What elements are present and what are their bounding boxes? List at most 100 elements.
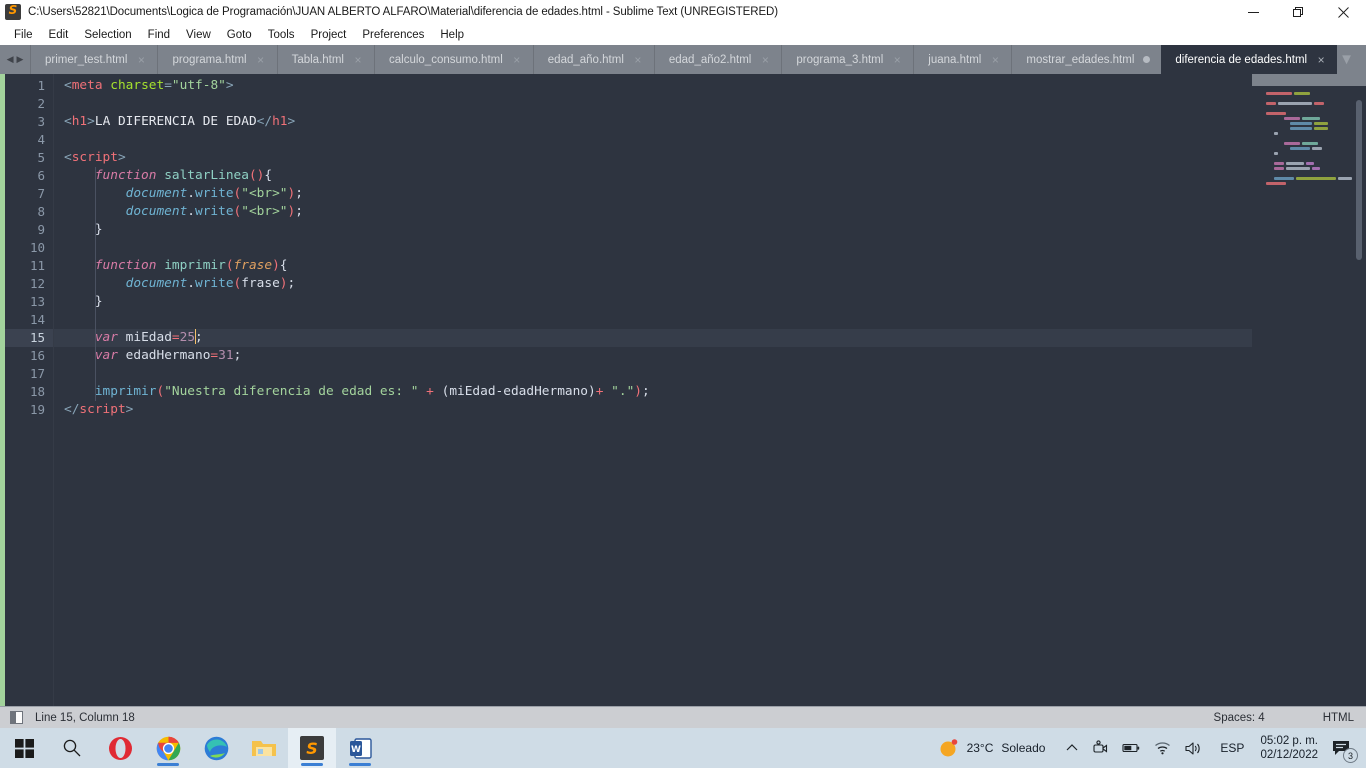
code-line[interactable]: function imprimir(frase){ — [54, 257, 1366, 275]
notification-center-button[interactable]: 3 — [1328, 728, 1362, 768]
close-icon[interactable] — [1321, 0, 1366, 24]
wifi-button[interactable] — [1147, 728, 1178, 768]
minimap-token — [1290, 127, 1312, 130]
start-button[interactable] — [0, 728, 48, 768]
code-token: h1 — [272, 114, 288, 129]
minimize-icon[interactable] — [1231, 0, 1276, 24]
code-line[interactable] — [54, 239, 1366, 257]
code-line[interactable]: document.write("<br>"); — [54, 185, 1366, 203]
code-line[interactable]: <h1>LA DIFERENCIA DE EDAD</h1> — [54, 113, 1366, 131]
tab-close-icon[interactable]: × — [990, 54, 1000, 66]
minimap-token — [1266, 112, 1286, 115]
indentation-label[interactable]: Spaces: 4 — [1214, 712, 1265, 724]
code-line[interactable]: <meta charset="utf-8"> — [54, 77, 1366, 95]
code-line[interactable]: var miEdad=25; — [54, 329, 1366, 347]
minimap-token — [1294, 92, 1310, 95]
tab-tabla-html[interactable]: Tabla.html × — [276, 45, 374, 74]
sublime-text-window: C:\Users\52821\Documents\Logica de Progr… — [0, 0, 1366, 768]
code-token: write — [195, 204, 234, 219]
code-line[interactable]: imprimir("Nuestra diferencia de edad es:… — [54, 383, 1366, 401]
menu-item-find[interactable]: Find — [140, 27, 178, 43]
tab-close-icon[interactable]: × — [136, 54, 146, 66]
code-line[interactable]: </script> — [54, 401, 1366, 419]
tab-mostrar-edades-html[interactable]: mostrar_edades.html — [1011, 45, 1161, 74]
code-token: ( — [248, 168, 257, 183]
code-line[interactable] — [54, 365, 1366, 383]
menu-item-tools[interactable]: Tools — [260, 27, 303, 43]
tab-calculo-consumo-html[interactable]: calculo_consumo.html × — [374, 45, 533, 74]
weather-widget[interactable]: 23°C Soleado — [929, 728, 1060, 768]
line-number: 17 — [29, 366, 45, 381]
line-number: 4 — [37, 132, 45, 147]
tab-edad-a-o2-html[interactable]: edad_año2.html × — [653, 45, 781, 74]
menu-item-goto[interactable]: Goto — [219, 27, 260, 43]
code-line[interactable]: var edadHermano=31; — [54, 347, 1366, 365]
battery-button[interactable] — [1115, 728, 1147, 768]
tab-close-icon[interactable]: × — [353, 54, 363, 66]
tab-programa-html[interactable]: programa.html × — [157, 45, 276, 74]
code-token: > — [87, 114, 95, 129]
tab-label: programa.html — [172, 53, 247, 66]
code-line[interactable]: <script> — [54, 149, 1366, 167]
clock[interactable]: 05:02 p. m. 02/12/2022 — [1254, 734, 1328, 762]
menu-item-file[interactable]: File — [6, 27, 41, 43]
tab-juana-html[interactable]: juana.html × — [913, 45, 1011, 74]
chrome-button[interactable] — [144, 728, 192, 768]
code-token: ; — [195, 330, 203, 345]
code-line[interactable]: document.write(frase); — [54, 275, 1366, 293]
tab-diferencia-de-edades-html[interactable]: diferencia de edades.html × — [1161, 45, 1338, 74]
code-token: "." — [611, 384, 635, 399]
tab-modified-dot-icon[interactable] — [1143, 56, 1151, 63]
minimap-token — [1274, 132, 1278, 135]
tab-next-icon[interactable]: ▶ — [17, 55, 24, 64]
sublime-text-button[interactable]: S — [288, 728, 336, 768]
menu-item-selection[interactable]: Selection — [76, 27, 139, 43]
tab-close-icon[interactable]: × — [256, 54, 266, 66]
tab-menu-icon[interactable]: ▼ — [1339, 52, 1354, 67]
minimap-line — [1266, 107, 1352, 110]
tab-prev-icon[interactable]: ◀ — [7, 55, 14, 64]
menu-item-preferences[interactable]: Preferences — [354, 27, 432, 43]
tab-label: edad_año2.html — [668, 53, 752, 66]
menu-item-edit[interactable]: Edit — [41, 27, 77, 43]
menu-item-project[interactable]: Project — [303, 27, 355, 43]
volume-button[interactable] — [1178, 728, 1210, 768]
language-indicator[interactable]: ESP — [1210, 728, 1254, 768]
camera-status-button[interactable] — [1085, 728, 1115, 768]
code-content[interactable]: <meta charset="utf-8"> <h1>LA DIFERENCIA… — [54, 74, 1366, 706]
code-line[interactable] — [54, 311, 1366, 329]
restore-icon[interactable] — [1276, 0, 1321, 24]
file-explorer-button[interactable] — [240, 728, 288, 768]
code-line[interactable] — [54, 131, 1366, 149]
tray-overflow-button[interactable] — [1059, 728, 1085, 768]
minimap[interactable] — [1252, 74, 1366, 706]
tab-close-icon[interactable]: × — [760, 54, 770, 66]
code-token: + — [426, 384, 434, 399]
code-line[interactable]: } — [54, 221, 1366, 239]
menu-item-view[interactable]: View — [178, 27, 219, 43]
minimap-viewport-scrollbar[interactable] — [1356, 100, 1362, 260]
tab-close-icon[interactable]: × — [1316, 54, 1326, 66]
code-line[interactable]: document.write("<br>"); — [54, 203, 1366, 221]
tab-primer-test-html[interactable]: primer_test.html × — [30, 45, 157, 74]
sidebar-toggle-icon[interactable] — [10, 711, 23, 724]
code-token: "<br>" — [241, 186, 288, 201]
code-line[interactable]: } — [54, 293, 1366, 311]
code-line[interactable] — [54, 95, 1366, 113]
tab-bar: ◀ ▶ primer_test.html × programa.html × Tabla… — [0, 45, 1366, 74]
tab-close-icon[interactable]: × — [892, 54, 902, 66]
word-button[interactable]: W — [336, 728, 384, 768]
tab-scroll-arrows[interactable]: ◀ ▶ — [0, 45, 30, 74]
tab-edad-a-o-html[interactable]: edad_año.html × — [532, 45, 654, 74]
tab-programa-3-html[interactable]: programa_3.html × — [781, 45, 913, 74]
tab-close-icon[interactable]: × — [633, 54, 643, 66]
menu-item-help[interactable]: Help — [432, 27, 472, 43]
edge-button[interactable] — [192, 728, 240, 768]
opera-button[interactable] — [96, 728, 144, 768]
tab-close-icon[interactable]: × — [512, 54, 522, 66]
running-indicator — [349, 763, 371, 766]
syntax-label[interactable]: HTML — [1323, 712, 1354, 724]
code-line[interactable]: function saltarLinea(){ — [54, 167, 1366, 185]
search-button[interactable] — [48, 728, 96, 768]
